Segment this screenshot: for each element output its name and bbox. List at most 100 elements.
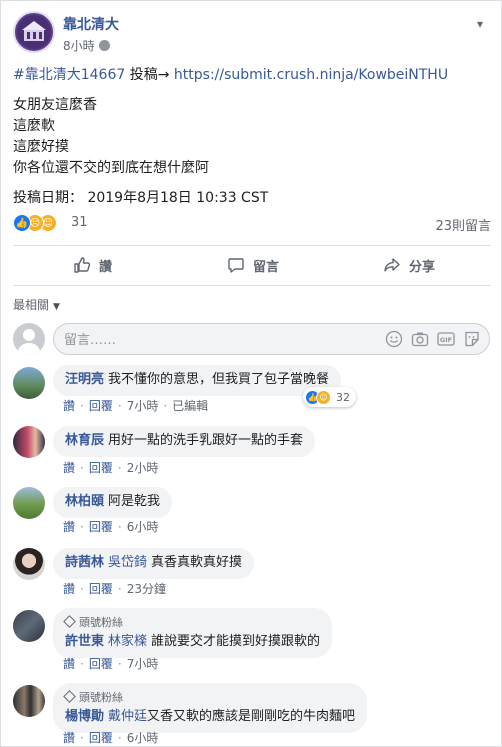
chevron-down-icon[interactable]: ▾ [477,17,483,31]
comment-reactions[interactable]: 👍 ☺ 32 [303,387,356,407]
comment-time[interactable]: 6小時 [127,731,159,745]
divider [13,245,491,246]
comment-time[interactable]: 7小時 [127,399,159,413]
comment-text: 阿是乾我 [108,494,161,509]
sort-label: 最相關 [13,298,50,312]
commenter-avatar[interactable] [13,610,45,642]
commenter-avatar[interactable] [13,487,45,519]
globe-icon [98,40,110,51]
share-button-label: 分享 [409,259,436,275]
diamond-icon [63,690,76,703]
gif-icon[interactable]: GIF [437,330,455,348]
haha-reaction-icon: ☺ [316,389,331,405]
commenter-avatar[interactable] [13,367,45,399]
comment-reaction-count: 32 [336,390,350,404]
post-line: 這麼好摸 [13,139,69,155]
commenter-avatar[interactable] [13,548,45,580]
badge-label: 頭號粉絲 [79,691,123,704]
post-actions: 讚 留言 分享 [13,249,491,281]
comment-edited[interactable]: 已編輯 [172,399,208,413]
comment-text: 真香真軟真好摸 [151,555,243,570]
submit-label: 投稿→ [129,67,170,83]
comment-like-link[interactable]: 讚 [63,461,75,475]
mentioned-user[interactable]: 吳岱錡 [108,555,147,570]
comment-like-link[interactable]: 讚 [63,657,75,671]
divider [13,285,491,286]
post-body: #靠北清大14667 投稿→ https://submit.crush.ninj… [13,65,493,209]
emoji-icon[interactable] [385,330,403,348]
comment-time[interactable]: 6小時 [127,520,159,534]
page-name[interactable]: 靠北清大 [63,14,119,34]
commenter-name[interactable]: 許世東 [65,634,104,649]
comment-meta: 讚 · 回覆 · 6小時 [63,731,159,745]
comment-time[interactable]: 7小時 [127,657,159,671]
comment-input[interactable] [64,330,364,350]
comment-reply-link[interactable]: 回覆 [89,520,113,534]
like-reaction-icon[interactable]: 👍 [13,214,31,232]
hashtag-link[interactable]: #靠北清大14667 [13,67,125,83]
comment-bubble: 頭號粉絲 許世東 林家檪 誰說要交才能摸到好摸跟軟的 [53,608,333,658]
comment-count[interactable]: 23則留言 [435,215,491,234]
comment-text: 誰說要交才能摸到好摸跟軟的 [151,634,321,649]
comment-input-tools: GIF [385,330,481,350]
comment-input-box[interactable]: GIF [53,323,490,355]
comment-item: 汪明亮 我不懂你的意思，但我買了包子當晚餐 👍 ☺ 32 讚 · 回覆 · 7小時 · 已編輯 [13,365,491,415]
svg-text:GIF: GIF [440,336,452,344]
comment-meta: 讚 · 回覆 · 2小時 [63,461,159,475]
comment-button-label: 留言 [253,259,280,275]
badge-label: 頭號粉絲 [79,616,123,629]
reactions-summary: 👍 ☹ ☺ 31 23則留言 [13,214,491,234]
comment-bubble: 詩茜林 吳岱錡 真香真軟真好摸 [53,548,255,579]
mentioned-user[interactable]: 戴仲廷 [108,709,147,724]
submit-url-link[interactable]: https://submit.crush.ninja/KowbeiNTHU [174,67,448,83]
comment-meta: 讚 · 回覆 · 7小時 · 已編輯 [63,399,209,413]
comment-bubble: 汪明亮 我不懂你的意思，但我買了包子當晚餐 [53,365,342,396]
comment-reply-link[interactable]: 回覆 [89,582,113,596]
camera-icon[interactable] [411,330,429,348]
comment-like-link[interactable]: 讚 [63,399,75,413]
comment-reply-link[interactable]: 回覆 [89,731,113,745]
commenter-name[interactable]: 林柏頤 [65,494,104,509]
like-button-label: 讚 [99,259,113,275]
comment-item: 詩茜林 吳岱錡 真香真軟真好摸 讚 · 回覆 · 23分鐘 [13,548,491,598]
comment-meta: 讚 · 回覆 · 23分鐘 [63,582,166,596]
reaction-count[interactable]: 31 [71,215,88,230]
comment-time[interactable]: 23分鐘 [127,582,166,596]
comment-like-link[interactable]: 讚 [63,582,75,596]
share-button[interactable]: 分享 [383,249,435,281]
comment-item: 頭號粉絲 許世東 林家檪 誰說要交才能摸到好摸跟軟的 讚 · 回覆 · 7小時 [13,608,491,671]
comment-bubble: 林育辰 用好一點的洗手乳跟好一點的手套 [53,426,316,457]
commenter-name[interactable]: 汪明亮 [65,372,104,387]
mentioned-user[interactable]: 林家檪 [108,634,147,649]
page-avatar[interactable] [13,11,55,53]
commenter-name[interactable]: 楊博勛 [65,709,104,724]
comment-like-link[interactable]: 讚 [63,520,75,534]
commenter-avatar[interactable] [13,685,45,717]
commenter-name[interactable]: 詩茜林 [65,555,104,570]
like-button[interactable]: 讚 [73,249,112,281]
top-fan-badge[interactable]: 頭號粉絲 [63,615,320,631]
comment-button[interactable]: 留言 [227,249,279,281]
sticker-icon[interactable] [463,330,481,348]
comment-reply-link[interactable]: 回覆 [89,461,113,475]
top-fan-badge[interactable]: 頭號粉絲 [63,690,355,706]
comment-item: 林柏頤 阿是乾我 讚 · 回覆 · 6小時 [13,487,491,537]
comment-icon [228,258,244,273]
comment-like-link[interactable]: 讚 [63,731,75,745]
comment-time[interactable]: 2小時 [127,461,159,475]
comment-reply-link[interactable]: 回覆 [89,657,113,671]
comment-item: 林育辰 用好一點的洗手乳跟好一點的手套 讚 · 回覆 · 2小時 [13,426,491,476]
post-header: 靠北清大 8小時 ▾ [13,11,483,57]
thumbs-up-icon [74,257,91,273]
commenter-name[interactable]: 林育辰 [65,433,104,448]
share-icon [384,258,400,272]
comment-sort-dropdown[interactable]: 最相關 ▼ [13,296,60,313]
commenter-avatar[interactable] [13,426,45,458]
comment-reply-link[interactable]: 回覆 [89,399,113,413]
post-time-text[interactable]: 8小時 [63,39,95,53]
comment-meta: 讚 · 回覆 · 7小時 [63,657,159,671]
post-timestamp[interactable]: 8小時 [63,37,110,54]
diamond-icon [63,615,76,628]
